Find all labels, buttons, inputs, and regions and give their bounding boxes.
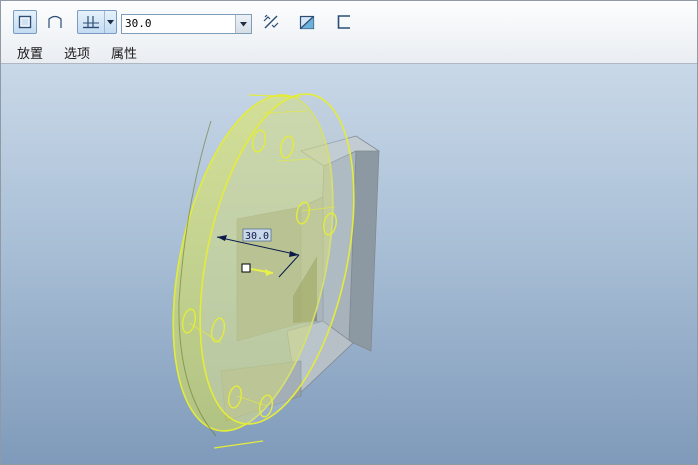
depth-dimension-label[interactable]: 30.0 (245, 231, 269, 242)
graphics-viewport[interactable]: 30.0 (1, 64, 697, 464)
depth-option-button[interactable] (78, 11, 105, 33)
extrude-feature-window: 30.0 放置 选项 属性 30.0 (0, 0, 698, 465)
model-view: 30.0 (172, 93, 380, 449)
remove-material-button[interactable] (295, 10, 319, 34)
flip-direction-button[interactable] (259, 10, 283, 34)
depth-value-combobox[interactable]: 30.0 (121, 14, 252, 34)
tab-options[interactable]: 选项 (64, 43, 90, 62)
depth-value-dropdown[interactable] (235, 15, 251, 33)
depth-option-dropdown[interactable] (105, 11, 116, 33)
tab-properties[interactable]: 属性 (111, 43, 137, 62)
thicken-sketch-button[interactable] (332, 10, 356, 34)
depth-option-split-button[interactable] (77, 10, 117, 34)
chevron-down-icon (107, 19, 114, 24)
remove-material-icon (299, 15, 315, 30)
chevron-down-icon (240, 21, 247, 26)
solid-rectangle-icon (18, 15, 32, 29)
blind-depth-icon (83, 16, 99, 29)
extrude-preview-disk (172, 93, 355, 449)
surface-extrude-button[interactable] (43, 10, 67, 34)
depth-value[interactable]: 30.0 (125, 17, 152, 30)
thicken-sketch-icon (337, 15, 350, 29)
surface-icon (48, 15, 62, 28)
solid-extrude-button[interactable] (13, 10, 37, 34)
flip-direction-icon (263, 14, 279, 29)
extrude-dashboard: 30.0 放置 选项 属性 (1, 1, 697, 64)
tab-placement[interactable]: 放置 (17, 43, 43, 62)
